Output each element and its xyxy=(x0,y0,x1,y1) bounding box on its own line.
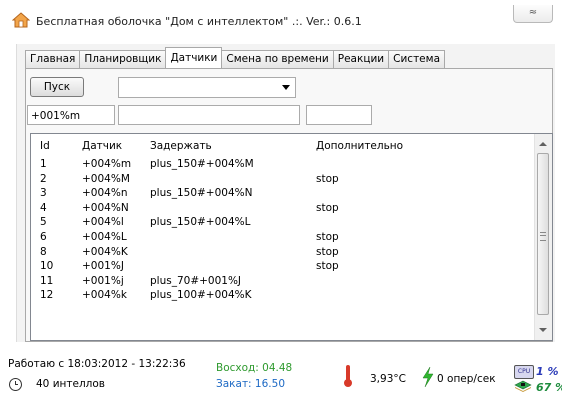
cell-extra: stop xyxy=(316,172,339,185)
start-button[interactable]: Пуск xyxy=(30,77,84,97)
cell-id: 3 xyxy=(40,187,47,200)
tab-main[interactable]: Главная xyxy=(25,50,81,68)
cell-extra: stop xyxy=(316,245,339,258)
operations-rate: 0 опер/сек xyxy=(437,373,496,385)
cell-sensor: +004%L xyxy=(82,230,127,243)
tab-bar: Главная Планировщик Датчики Смена по вре… xyxy=(25,47,446,68)
memory-load: 67 % xyxy=(536,381,562,394)
cell-sensor: +004%M xyxy=(82,172,130,185)
tab-sensors[interactable]: Датчики xyxy=(165,47,223,68)
title-bar: Бесплатная оболочка "Дом с интеллектом" … xyxy=(0,0,562,34)
table-row[interactable]: 11 +001%j plus_70#+001%J xyxy=(31,275,535,290)
uptime-text: Работаю с 18:03:2012 - 13:22:36 xyxy=(8,358,186,370)
cell-sensor: +001%j xyxy=(82,274,124,287)
close-button[interactable]: ≈ xyxy=(513,5,553,23)
cell-sensor: +004%N xyxy=(82,201,129,214)
sensor-combobox[interactable] xyxy=(118,77,296,98)
table-row[interactable]: 6 +004%L stop xyxy=(31,231,535,246)
cell-delay: plus_150#+004%M xyxy=(150,158,254,170)
cell-id: 5 xyxy=(40,216,47,229)
cell-extra: stop xyxy=(316,230,339,243)
chevron-down-icon[interactable] xyxy=(282,85,290,90)
table-row[interactable]: 1 +004%m plus_150#+004%M xyxy=(31,158,535,173)
house-icon xyxy=(12,12,30,28)
table-row[interactable]: 3 +004%n plus_150#+004%N xyxy=(31,187,535,202)
temperature-value: 3,93°C xyxy=(370,373,406,385)
cell-id: 8 xyxy=(40,245,47,258)
main-window: Главная Планировщик Датчики Смена по вре… xyxy=(16,44,555,342)
intels-count: 40 интеллов xyxy=(36,378,105,390)
sensor-field[interactable]: +001%m xyxy=(27,105,115,125)
cell-id: 11 xyxy=(40,274,54,287)
cell-id: 12 xyxy=(40,289,54,302)
cell-sensor: +004%n xyxy=(82,187,128,200)
status-bar: Работаю с 18:03:2012 - 13:22:36 40 интел… xyxy=(0,348,562,406)
table-row[interactable]: 2 +004%M stop xyxy=(31,173,535,188)
cell-delay: plus_150#+004%N xyxy=(150,187,253,200)
cpu-icon: CPU xyxy=(514,365,534,379)
header-sensor[interactable]: Датчик xyxy=(82,140,122,152)
cell-id: 10 xyxy=(40,260,54,273)
tab-system[interactable]: Система xyxy=(388,50,446,68)
tab-reactions[interactable]: Реакции xyxy=(332,50,390,68)
tab-scheduler[interactable]: Планировщик xyxy=(79,50,167,68)
cell-delay: plus_150#+004%L xyxy=(150,216,251,229)
header-delay[interactable]: Задержать xyxy=(150,140,212,152)
lightning-icon xyxy=(422,367,434,387)
window-title: Бесплатная оболочка "Дом с интеллектом" … xyxy=(36,15,362,28)
clock-icon xyxy=(9,378,22,391)
cell-extra: stop xyxy=(316,201,339,214)
table-row[interactable]: 8 +004%K stop xyxy=(31,246,535,261)
grip-icon xyxy=(540,232,546,241)
cell-delay: plus_70#+001%J xyxy=(150,274,242,287)
sensors-table: Id Датчик Задержать Дополнительно 1 +004%… xyxy=(30,133,553,341)
cell-id: 6 xyxy=(40,230,47,243)
delay-field[interactable] xyxy=(118,105,300,125)
header-id[interactable]: Id xyxy=(40,140,50,152)
scroll-down-icon[interactable] xyxy=(539,328,547,332)
cell-sensor: +001%J xyxy=(82,260,124,273)
cpu-load: 1 % xyxy=(536,365,559,378)
table-row[interactable]: 4 +004%N stop xyxy=(31,202,535,217)
table-header: Id Датчик Задержать Дополнительно xyxy=(31,134,535,156)
cell-delay: plus_100#+004%K xyxy=(150,289,252,302)
table-body: 1 +004%m plus_150#+004%M 2 +004%M stop 3 +004… xyxy=(31,158,535,304)
memory-icon xyxy=(514,380,532,392)
cell-id: 1 xyxy=(40,158,47,170)
cell-sensor: +004%k xyxy=(82,289,127,302)
extra-field[interactable] xyxy=(306,105,372,125)
cell-id: 2 xyxy=(40,172,47,185)
scroll-up-icon[interactable] xyxy=(539,142,547,146)
vertical-scrollbar[interactable] xyxy=(534,134,552,340)
sunset-time: Закат: 16.50 xyxy=(216,378,285,390)
tab-time-change[interactable]: Смена по времени xyxy=(221,50,334,68)
cell-id: 4 xyxy=(40,201,47,214)
table-row[interactable]: 5 +004%l plus_150#+004%L xyxy=(31,216,535,231)
cell-sensor: +004%l xyxy=(82,216,124,229)
thermometer-icon xyxy=(344,365,352,387)
sensors-panel: Пуск +001%m Id Датчик Задержать Дополнит… xyxy=(25,68,553,342)
table-row[interactable]: 12 +004%k plus_100#+004%K xyxy=(31,289,535,304)
sunrise-time: Восход: 04.48 xyxy=(216,362,293,374)
table-row[interactable]: 10 +001%J stop xyxy=(31,260,535,275)
cell-sensor: +004%m xyxy=(82,158,132,170)
cell-extra: stop xyxy=(316,260,339,273)
cell-sensor: +004%K xyxy=(82,245,128,258)
header-extra[interactable]: Дополнительно xyxy=(316,140,403,152)
